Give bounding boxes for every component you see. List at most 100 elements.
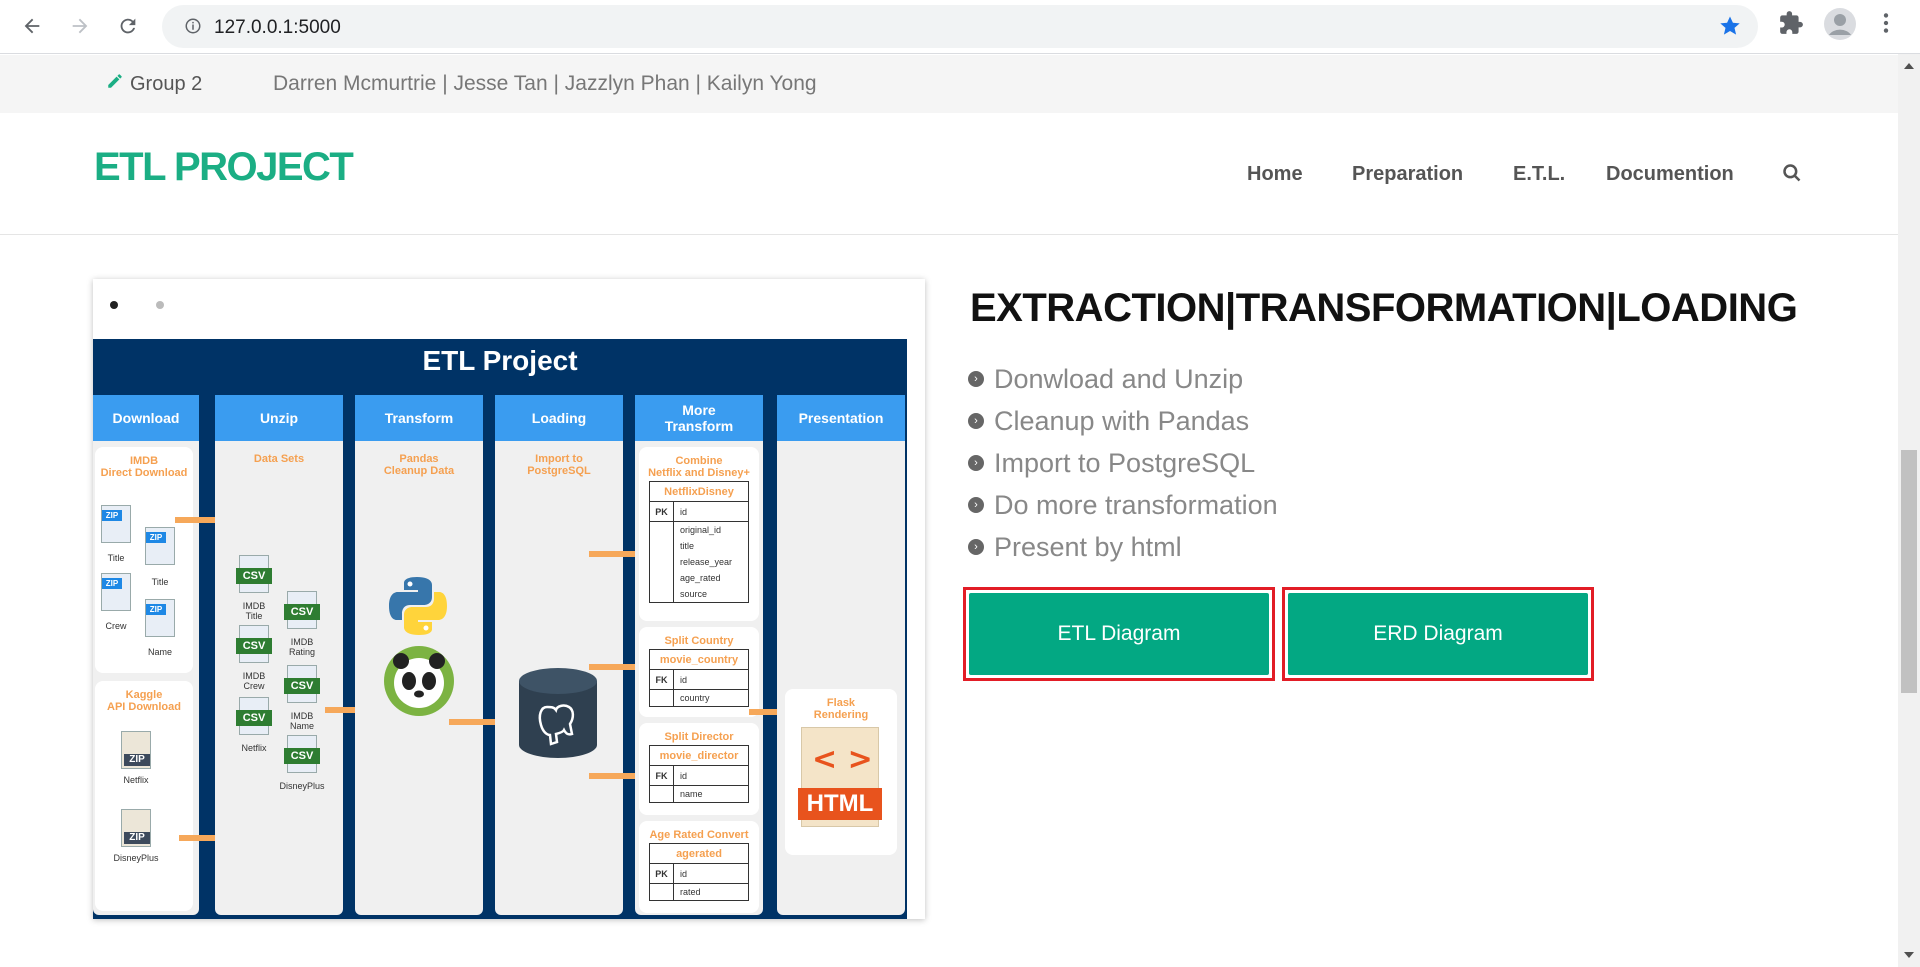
column-header: Presentation — [777, 395, 905, 441]
file-label: IMDB Crew — [242, 671, 266, 691]
file-label: Netflix — [241, 743, 267, 753]
profile-icon[interactable] — [1824, 8, 1856, 45]
table-key: FK — [650, 766, 674, 785]
browser-toolbar: 127.0.0.1:5000 — [0, 0, 1920, 54]
etl-diagram-highlight: ETL Diagram — [963, 587, 1275, 681]
combine-label: Combine Netflix and Disney+ — [648, 455, 750, 479]
table-field: source — [680, 589, 708, 599]
file-label: Title — [151, 577, 169, 587]
csv-file-icon: CSV — [284, 591, 320, 629]
column-transform: Transform Pandas Cleanup Data — [355, 395, 483, 915]
site-logo[interactable]: ETL PROJECT — [94, 145, 354, 190]
table-name: movie_director — [650, 746, 748, 766]
etl-diagram-button[interactable]: ETL Diagram — [969, 593, 1269, 675]
search-icon[interactable] — [1782, 163, 1802, 188]
page-scrollbar[interactable] — [1898, 54, 1920, 967]
nav-preparation[interactable]: Preparation — [1352, 163, 1463, 186]
column-loading: Loading Import to PostgreSQL — [495, 395, 623, 915]
kaggle-panel — [95, 681, 193, 911]
site-header: ETL PROJECT Home Preparation E.T.L. Docu… — [0, 113, 1898, 235]
table-field: id — [680, 507, 688, 517]
file-label: IMDB Title — [242, 601, 266, 621]
url-text[interactable]: 127.0.0.1:5000 — [214, 17, 341, 39]
pandas-logo-icon — [383, 645, 455, 722]
diagram-title: ETL Project — [422, 345, 578, 376]
column-unzip: Unzip Data Sets CSV IMDB Title CSV IMDB … — [215, 395, 343, 915]
list-item-text: Do more transformation — [994, 489, 1278, 520]
flow-arrow — [589, 545, 649, 563]
zip-file-icon: ZIP — [101, 505, 131, 543]
file-label: IMDB Name — [289, 711, 314, 731]
table-field: original_id — [680, 525, 722, 535]
column-header: Loading — [495, 395, 623, 441]
column-presentation: Presentation Flask Rendering < > HTML — [777, 395, 905, 915]
arrow-circle-icon: › — [968, 539, 984, 555]
top-info-bar: Group 2 Darren Mcmurtrie | Jesse Tan | J… — [0, 55, 1898, 113]
zip-file-icon: ZIP — [121, 809, 151, 847]
extensions-icon[interactable] — [1778, 10, 1804, 41]
csv-file-icon: CSV — [236, 697, 272, 735]
data-sets-label: Data Sets — [253, 453, 305, 465]
list-item: › Donwload and Unzip — [968, 358, 1278, 400]
list-item: › Cleanup with Pandas — [968, 400, 1278, 442]
flow-arrow — [589, 658, 649, 676]
table-field: rated — [680, 887, 701, 897]
column-header: Unzip — [215, 395, 343, 441]
nav-documention[interactable]: Documention — [1606, 163, 1734, 186]
address-bar[interactable]: 127.0.0.1:5000 — [162, 5, 1758, 48]
menu-icon[interactable] — [1880, 10, 1892, 41]
table-key: FK — [650, 670, 674, 689]
scrollbar-thumb[interactable] — [1901, 450, 1917, 693]
table-field: age_rated — [680, 573, 721, 583]
zip-file-icon: ZIP — [145, 527, 175, 565]
file-label: DisneyPlus — [113, 853, 159, 863]
info-icon[interactable] — [184, 17, 202, 40]
steps-list: › Donwload and Unzip › Cleanup with Pandas… — [968, 358, 1278, 568]
section-heading: EXTRACTION|TRANSFORMATION|LOADING — [970, 286, 1798, 330]
table-name: movie_country — [650, 650, 748, 670]
file-label: Title — [107, 553, 125, 563]
pandas-label: Pandas Cleanup Data — [383, 453, 455, 477]
kaggle-label: Kaggle API Download — [107, 689, 181, 713]
zip-file-icon: ZIP — [145, 599, 175, 637]
arrow-circle-icon: › — [968, 413, 984, 429]
group-text: Group 2 — [130, 72, 203, 95]
imdb-direct-label: IMDB Direct Download — [100, 455, 188, 479]
list-item-text: Import to PostgreSQL — [994, 447, 1256, 478]
carousel-dot[interactable] — [156, 301, 164, 309]
flask-label: Flask Rendering — [813, 697, 869, 721]
csv-file-icon: CSV — [284, 735, 320, 773]
column-header: Download — [93, 395, 199, 441]
carousel-dot-active[interactable] — [110, 301, 118, 309]
file-label: DisneyPlus — [279, 781, 325, 791]
html-badge: HTML — [798, 788, 882, 820]
scroll-up-icon[interactable] — [1904, 63, 1914, 69]
nav-home[interactable]: Home — [1247, 163, 1303, 186]
nav-etl[interactable]: E.T.L. — [1513, 163, 1565, 186]
scroll-down-icon[interactable] — [1904, 952, 1914, 958]
zip-file-icon: ZIP — [101, 573, 131, 611]
star-icon[interactable] — [1718, 14, 1742, 43]
erd-diagram-button[interactable]: ERD Diagram — [1288, 593, 1588, 675]
movie-country-table: movie_country FK id country — [649, 649, 749, 707]
reload-icon[interactable] — [114, 12, 142, 40]
table-field: id — [680, 869, 688, 879]
back-icon[interactable] — [18, 12, 46, 40]
etl-diagram-image: ETL Project Download IMDB Direct Downloa… — [93, 339, 907, 919]
csv-file-icon: CSV — [236, 555, 272, 593]
table-field: id — [680, 675, 688, 685]
csv-file-icon: CSV — [236, 625, 272, 663]
group-label: Group 2 — [106, 72, 202, 96]
flow-arrow — [589, 767, 649, 785]
list-item-text: Cleanup with Pandas — [994, 405, 1250, 436]
list-item-text: Donwload and Unzip — [994, 363, 1244, 394]
list-item: › Present by html — [968, 526, 1278, 568]
forward-icon[interactable] — [66, 12, 94, 40]
agerated-table: agerated PK id rated — [649, 843, 749, 901]
html-file-icon: < > HTML — [798, 727, 882, 827]
netflixdisney-table: NetflixDisney PK id original_id title rel… — [649, 481, 749, 603]
diagram-carousel[interactable]: ETL Project Download IMDB Direct Downloa… — [93, 279, 925, 919]
table-key: PK — [650, 864, 674, 883]
erd-diagram-highlight: ERD Diagram — [1282, 587, 1594, 681]
split-director-label: Split Director — [664, 731, 734, 743]
